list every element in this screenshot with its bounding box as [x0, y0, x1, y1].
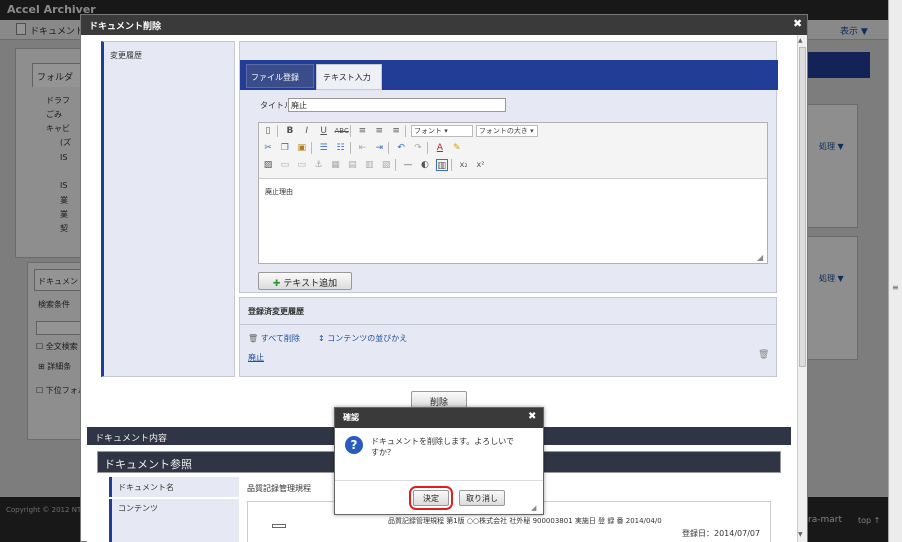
font-select-label: フォント	[414, 127, 442, 135]
divider	[335, 480, 543, 481]
font-select[interactable]: フォント ▾	[411, 125, 473, 137]
horizontal-rule-icon[interactable]: —	[402, 159, 414, 171]
superscript-icon[interactable]: x²	[475, 159, 487, 171]
window-scrollbar[interactable]: ≡	[888, 0, 902, 542]
sort-arrows-icon: ↕	[318, 334, 325, 343]
dialog-message: ドキュメントを削除します。よろしいですか？	[371, 437, 514, 457]
plus-icon: ✚	[272, 279, 281, 289]
indent-icon[interactable]: ⇥	[373, 142, 385, 154]
strike-icon[interactable]: ABC	[335, 125, 349, 137]
image-icon[interactable]: ▨	[262, 159, 274, 171]
text-color-icon[interactable]: A	[434, 142, 446, 154]
tab-strip: ファイル登録 テキスト入力	[240, 60, 778, 90]
doc-name-value: 品質記録管理規程	[247, 484, 311, 493]
eraser-icon[interactable]: ◐	[419, 159, 431, 171]
modal-scrollbar[interactable]: ▲ ▼	[797, 35, 807, 542]
dialog-titlebar: 確認 ✖	[335, 408, 543, 428]
cut-icon[interactable]: ✂	[262, 142, 274, 154]
link-icon[interactable]: ▭	[279, 159, 291, 171]
dialog-title: 確認	[343, 413, 359, 422]
new-page-icon[interactable]: ▯	[262, 125, 274, 137]
copy-icon[interactable]: ❐	[279, 142, 291, 154]
application-window: Accel Archiver ドキュメント削 表示 ▼ フォルダ ドラフ ごみ …	[0, 0, 902, 542]
modal-titlebar: ドキュメント削除 ✖	[81, 15, 807, 35]
highlight-color-icon[interactable]: ✎	[451, 142, 463, 154]
cancel-button[interactable]: 取り消し	[459, 490, 505, 506]
subscript-icon[interactable]: x₂	[458, 159, 470, 171]
rich-text-editor: ▯ B I U ABC ≡ ≡ ≡ フォント ▾ フォントの大き ▾ ✂ ❐ ▣…	[258, 122, 768, 264]
scroll-grip-icon: ≡	[892, 283, 899, 292]
tab-text-input[interactable]: テキスト入力	[316, 64, 382, 90]
change-history-label: 変更履歴	[110, 51, 142, 60]
font-size-select-label: フォントの大き	[478, 127, 528, 135]
resize-handle-icon[interactable]: ◢	[757, 253, 763, 262]
redo-icon[interactable]: ↷	[412, 142, 424, 154]
anchor-icon[interactable]: ⚓	[313, 159, 325, 171]
change-history-panel: 変更履歴	[101, 41, 235, 377]
scroll-thumb[interactable]	[799, 47, 806, 367]
question-icon: ?	[345, 436, 363, 454]
align-center-icon[interactable]: ≡	[373, 125, 385, 137]
tab-file-register[interactable]: ファイル登録	[246, 64, 314, 88]
outdent-icon[interactable]: ⇤	[356, 142, 368, 154]
editor-panel: ファイル登録 テキスト入力 タイトル 廃止 ▯ B I U ABC ≡ ≡ ≡ …	[239, 41, 778, 293]
doc-name-label: ドキュメント名	[109, 477, 239, 497]
bold-icon[interactable]: B	[284, 125, 296, 137]
close-icon[interactable]: ✖	[793, 17, 802, 30]
content-line-1: 品質記録管理規程 第1版 ○○株式会社 社外秘 900003801 実施日 登 …	[388, 517, 662, 525]
scroll-down-icon[interactable]: ▼	[798, 531, 803, 538]
undo-icon[interactable]: ↶	[395, 142, 407, 154]
font-size-select[interactable]: フォントの大き ▾	[475, 125, 538, 137]
ok-button[interactable]: 決定	[413, 490, 449, 506]
reorder-link[interactable]: ↕ コンテンツの並びかえ	[318, 333, 407, 344]
col-icon[interactable]: ▥	[363, 159, 375, 171]
content-label: コンテンツ	[109, 499, 239, 542]
delete-all-label: すべて削除	[260, 334, 300, 343]
editor-toolbar: ▯ B I U ABC ≡ ≡ ≡ フォント ▾ フォントの大き ▾ ✂ ❐ ▣…	[259, 123, 767, 179]
italic-icon[interactable]: I	[301, 125, 313, 137]
source-icon[interactable]: ▥	[435, 159, 448, 171]
merge-icon[interactable]: ▧	[380, 159, 392, 171]
divider	[240, 324, 776, 325]
reorder-label: コンテンツの並びかえ	[327, 334, 408, 343]
delete-all-link[interactable]: 🗑 すべて削除	[248, 333, 300, 344]
history-item-link[interactable]: 廃止	[248, 352, 264, 363]
editor-content[interactable]: 廃止理由	[265, 187, 293, 197]
underline-icon[interactable]: U	[318, 125, 330, 137]
bullet-list-icon[interactable]: ☰	[318, 142, 330, 154]
align-left-icon[interactable]: ≡	[356, 125, 368, 137]
paste-icon[interactable]: ▣	[296, 142, 308, 154]
preview-thumbnail-icon	[272, 524, 286, 528]
trash-icon: 🗑	[248, 334, 259, 343]
title-input[interactable]: 廃止	[288, 98, 506, 112]
numbered-list-icon[interactable]: ☷	[335, 142, 347, 154]
add-text-label: テキスト追加	[283, 279, 338, 289]
add-text-button[interactable]: ✚ テキスト追加	[258, 272, 352, 290]
align-right-icon[interactable]: ≡	[390, 125, 402, 137]
close-icon[interactable]: ✖	[528, 411, 536, 422]
content-line-2: 登録日：2014/07/07	[682, 529, 761, 538]
row-icon[interactable]: ▤	[346, 159, 358, 171]
scroll-up-icon[interactable]: ▲	[798, 37, 803, 44]
confirm-dialog: 確認 ✖ ? ドキュメントを削除します。よろしいですか？ 決定 取り消し ◢	[334, 407, 544, 515]
unlink-icon[interactable]: ▭	[296, 159, 308, 171]
registered-history-panel: 登録済変更履歴 🗑 すべて削除 ↕ コンテンツの並びかえ 廃止 🗑	[239, 297, 777, 377]
tab-text-input-label: テキスト入力	[323, 73, 371, 82]
resize-handle-icon[interactable]: ◢	[531, 504, 536, 512]
tab-file-register-label: ファイル登録	[251, 73, 299, 82]
modal-title: ドキュメント削除	[89, 22, 162, 32]
registered-history-title: 登録済変更履歴	[248, 307, 304, 316]
table-icon[interactable]: ▦	[330, 159, 342, 171]
trash-icon[interactable]: 🗑	[758, 350, 769, 360]
